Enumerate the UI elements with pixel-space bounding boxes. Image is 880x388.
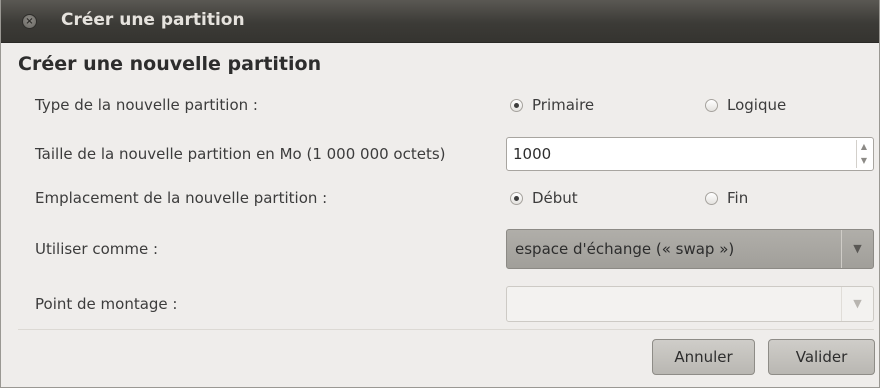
partition-size-label: Taille de la nouvelle partition en Mo (1… <box>35 145 446 163</box>
radio-primaire[interactable]: Primaire <box>510 96 594 114</box>
radio-unchecked-icon <box>705 191 718 205</box>
validate-button[interactable]: Valider <box>768 339 875 375</box>
partition-type-label: Type de la nouvelle partition : <box>35 96 258 114</box>
radio-unchecked-icon <box>705 98 718 112</box>
radio-fin[interactable]: Fin <box>705 189 748 207</box>
radio-fin-label: Fin <box>727 189 749 207</box>
use-as-value: espace d'échange (« swap ») <box>515 240 735 258</box>
close-icon[interactable]: × <box>22 14 37 29</box>
use-as-combobox[interactable]: espace d'échange (« swap ») ▼ <box>506 229 874 269</box>
create-partition-dialog: × Créer une partition Créer une nouvelle… <box>0 0 880 388</box>
chevron-down-icon: ▼ <box>841 287 873 321</box>
title-bar: × Créer une partition <box>1 0 879 43</box>
radio-logique-label: Logique <box>727 96 787 114</box>
partition-size-input[interactable] <box>511 143 843 165</box>
spin-arrows[interactable]: ▲ ▼ <box>856 140 871 168</box>
partition-location-label: Emplacement de la nouvelle partition : <box>35 189 328 207</box>
radio-checked-icon <box>510 191 523 205</box>
mount-point-combobox: ▼ <box>506 286 874 322</box>
window-title: Créer une partition <box>61 10 245 30</box>
chevron-down-icon[interactable]: ▼ <box>841 230 873 268</box>
radio-debut-label: Début <box>532 189 578 207</box>
partition-size-spinbutton[interactable]: ▲ ▼ <box>506 137 874 171</box>
spin-down-icon[interactable]: ▼ <box>857 154 871 168</box>
radio-checked-icon <box>510 98 523 112</box>
mount-point-label: Point de montage : <box>35 295 178 313</box>
radio-primaire-label: Primaire <box>532 96 595 114</box>
spin-up-icon[interactable]: ▲ <box>857 140 871 154</box>
dialog-heading: Créer une nouvelle partition <box>18 53 322 75</box>
radio-debut[interactable]: Début <box>510 189 578 207</box>
radio-logique[interactable]: Logique <box>705 96 786 114</box>
use-as-label: Utiliser comme : <box>35 240 159 258</box>
separator <box>18 329 874 330</box>
cancel-button[interactable]: Annuler <box>652 339 755 375</box>
